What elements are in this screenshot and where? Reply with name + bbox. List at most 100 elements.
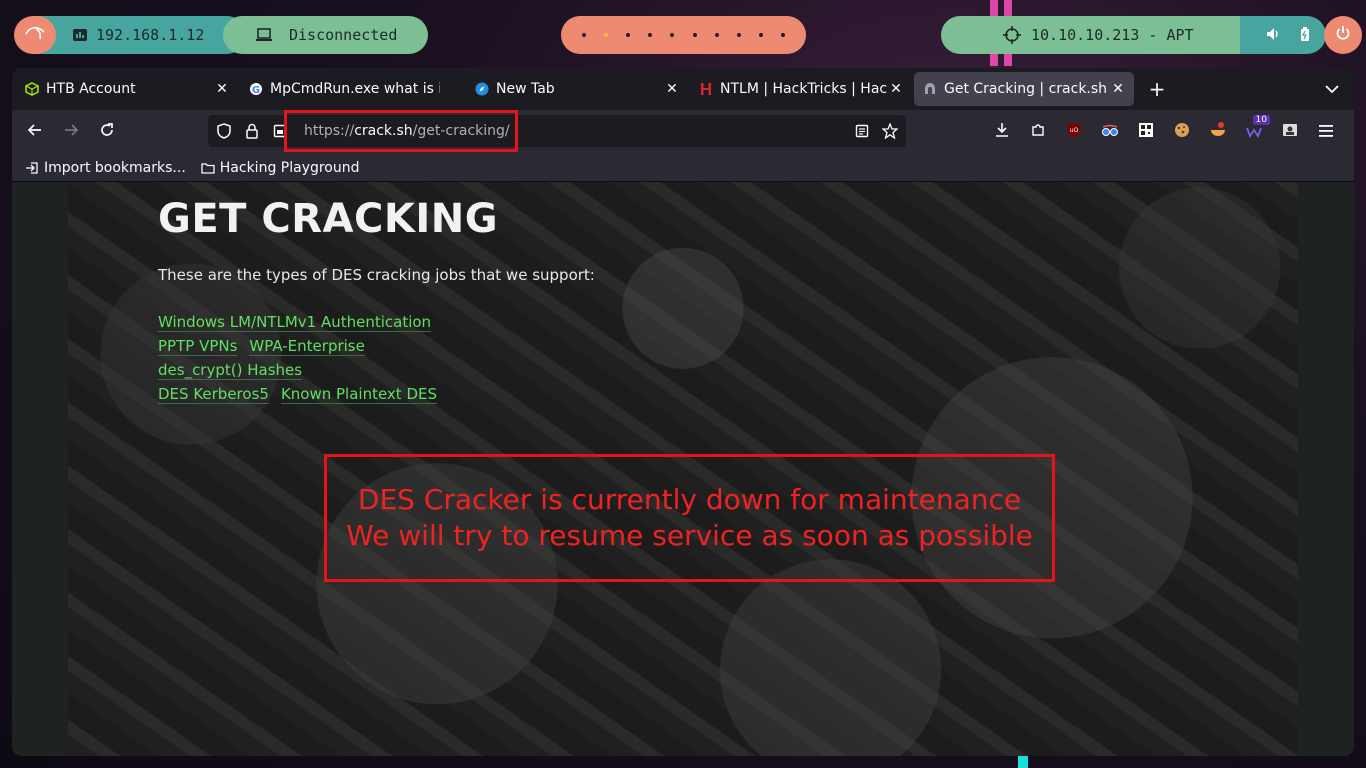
link-row: DES Kerberos5 Known Plaintext DES xyxy=(158,382,595,406)
workspace-dot[interactable] xyxy=(582,33,587,37)
bookmark-label: Import bookmarks... xyxy=(44,159,186,176)
intro-text: These are the types of DES cracking jobs… xyxy=(158,266,595,284)
firefox-window: HTB Account ✕ G MpCmdRun.exe what is it … xyxy=(12,68,1354,756)
tab-htb-account[interactable]: HTB Account ✕ xyxy=(16,72,238,106)
bookmark-folder-hacking-playground[interactable]: Hacking Playground xyxy=(200,160,360,176)
bowl-icon xyxy=(1210,122,1226,142)
job-type-link[interactable]: Known Plaintext DES xyxy=(280,385,438,404)
wallpaper-neon xyxy=(1018,754,1028,768)
tab-label: Get Cracking | crack.sh xyxy=(944,81,1108,97)
close-icon[interactable]: ✕ xyxy=(888,81,904,97)
tab-get-cracking[interactable]: Get Cracking | crack.sh ✕ xyxy=(914,72,1134,106)
vpn-status-widget[interactable]: Disconnected xyxy=(223,16,428,54)
permissions-icon[interactable] xyxy=(266,117,294,145)
arrow-right-icon xyxy=(63,122,79,142)
local-ip-text: 192.168.1.12 xyxy=(96,26,205,44)
close-icon[interactable]: ✕ xyxy=(214,81,230,97)
workspace-switcher[interactable] xyxy=(561,16,806,54)
svg-text:G: G xyxy=(252,85,260,96)
close-icon[interactable]: ✕ xyxy=(1110,81,1126,97)
page-viewport: GET CRACKING These are the types of DES … xyxy=(12,182,1354,756)
tab-hacktricks-ntlm[interactable]: NTLM | HackTricks | HackTricks ✕ xyxy=(690,72,912,106)
close-icon[interactable] xyxy=(440,81,456,97)
link-row: des_crypt() Hashes xyxy=(158,358,595,382)
notification-badge: 10 xyxy=(1252,115,1270,125)
svg-text:uO: uO xyxy=(1070,127,1079,134)
battery-icon[interactable] xyxy=(1300,26,1310,45)
downloads-button[interactable] xyxy=(984,117,1020,147)
workspace-dot[interactable] xyxy=(692,33,697,37)
hamburger-menu-icon xyxy=(1318,123,1334,142)
workspace-dot[interactable] xyxy=(670,33,675,37)
ublock-shield-icon: uO xyxy=(1066,122,1082,142)
qr-code-button[interactable] xyxy=(1128,117,1164,147)
workspace-dot[interactable] xyxy=(626,33,631,37)
firefox-compass-icon xyxy=(474,81,490,97)
local-ip-widget[interactable]: 192.168.1.12 xyxy=(36,16,246,54)
ublock-origin-button[interactable]: uO xyxy=(1056,117,1092,147)
puzzle-icon xyxy=(1030,122,1046,142)
foxyproxy-button[interactable] xyxy=(1092,117,1128,147)
user-agent-switcher-button[interactable] xyxy=(1272,117,1308,147)
reload-button[interactable] xyxy=(92,117,122,147)
htb-cube-icon xyxy=(24,81,40,97)
forward-button[interactable] xyxy=(56,117,86,147)
extensions-button[interactable] xyxy=(1020,117,1056,147)
tab-new-tab[interactable]: New Tab ✕ xyxy=(466,72,688,106)
workspace-dot[interactable] xyxy=(714,33,719,37)
google-g-icon: G xyxy=(248,81,264,97)
volume-icon[interactable] xyxy=(1266,26,1280,45)
chevron-down-icon xyxy=(1325,79,1339,98)
bookmark-import[interactable]: Import bookmarks... xyxy=(24,160,186,176)
workspace-dot[interactable] xyxy=(780,33,785,37)
notice-line-1: DES Cracker is currently down for mainte… xyxy=(357,483,1022,516)
lock-icon[interactable] xyxy=(238,117,266,145)
workspace-dot[interactable] xyxy=(648,33,653,37)
hacktools-button[interactable] xyxy=(1200,117,1236,147)
reload-icon xyxy=(99,122,115,142)
list-all-tabs-button[interactable] xyxy=(1322,78,1342,98)
power-button[interactable] xyxy=(1324,16,1362,54)
job-type-link[interactable]: DES Kerberos5 xyxy=(158,385,269,404)
tracking-shield-icon[interactable] xyxy=(210,117,238,145)
person-card-icon xyxy=(1282,122,1298,142)
crosshair-icon xyxy=(1003,26,1021,44)
maintenance-notice: DES Cracker is currently down for mainte… xyxy=(324,454,1055,582)
page-title: GET CRACKING xyxy=(158,196,499,242)
bookmarks-toolbar: Import bookmarks... Hacking Playground xyxy=(12,154,1354,182)
laptop-icon xyxy=(255,28,273,42)
job-type-link[interactable]: Windows LM/NTLMv1 Authentication xyxy=(158,313,432,332)
close-icon[interactable]: ✕ xyxy=(664,81,680,97)
workspace-dot[interactable] xyxy=(604,33,609,37)
tab-mpcmdrun[interactable]: G MpCmdRun.exe what is it xyxy=(240,72,464,106)
app-menu-button[interactable] xyxy=(1308,117,1344,147)
network-icon xyxy=(72,27,88,43)
job-type-link[interactable]: des_crypt() Hashes xyxy=(158,361,303,380)
workspace-dot[interactable] xyxy=(736,33,741,37)
tab-label: NTLM | HackTricks | HackTricks xyxy=(720,81,888,97)
toolbar-extensions: uO 10 xyxy=(984,115,1344,147)
back-button[interactable] xyxy=(20,117,50,147)
kali-menu-button[interactable] xyxy=(14,16,56,54)
notice-line-2: We will try to resume service as soon as… xyxy=(346,519,1033,552)
cookie-icon xyxy=(1174,122,1190,142)
page-content: GET CRACKING These are the types of DES … xyxy=(158,182,595,406)
folder-icon xyxy=(200,160,216,176)
workspace-dot[interactable] xyxy=(758,33,763,37)
job-type-link[interactable]: PPTP VPNs xyxy=(158,337,238,356)
glasses-icon xyxy=(1101,123,1119,142)
bookmark-star-icon[interactable] xyxy=(876,117,904,145)
new-tab-button[interactable]: + xyxy=(1142,74,1172,104)
reader-view-icon[interactable] xyxy=(848,117,876,145)
url-text: https://crack.sh/get-cracking/ xyxy=(304,123,510,139)
target-widget[interactable]: 10.10.10.213 - APT xyxy=(941,16,1258,54)
wappalyzer-button[interactable]: 10 xyxy=(1236,115,1272,147)
qr-code-icon xyxy=(1138,122,1154,142)
cookie-editor-button[interactable] xyxy=(1164,117,1200,147)
link-row: Windows LM/NTLMv1 Authentication xyxy=(158,310,595,334)
url-bar[interactable]: https://crack.sh/get-cracking/ xyxy=(208,115,906,147)
power-icon xyxy=(1335,25,1351,45)
job-type-link[interactable]: WPA-Enterprise xyxy=(249,337,365,356)
vpn-status-text: Disconnected xyxy=(289,26,398,44)
navigation-toolbar: https://crack.sh/get-cracking/ uO 10 xyxy=(12,110,1354,154)
